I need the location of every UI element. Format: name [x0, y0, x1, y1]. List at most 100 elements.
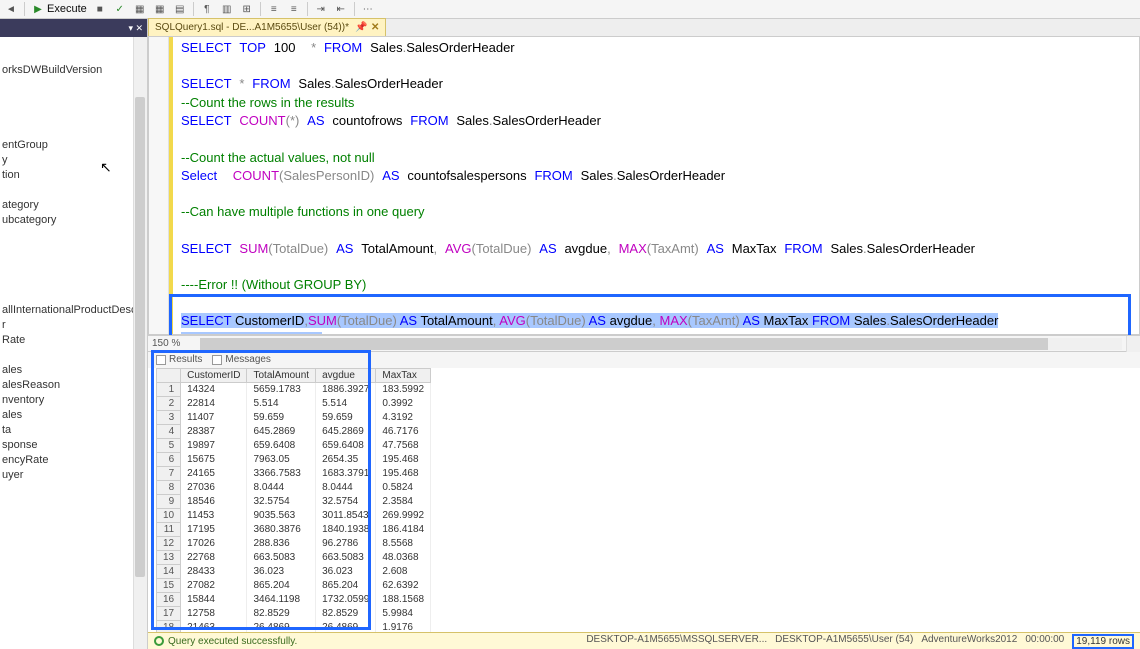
- tree-item[interactable]: ubcategory: [2, 213, 147, 228]
- tree-item[interactable]: ta: [2, 423, 147, 438]
- table-row[interactable]: 6156757963.052654.35195.468: [157, 453, 431, 467]
- tree-item[interactable]: ales: [2, 408, 147, 423]
- comment-icon[interactable]: ≡: [267, 2, 281, 16]
- cell: 659.6408: [316, 439, 376, 453]
- zoom-level[interactable]: 150 %: [152, 338, 180, 349]
- tree-item[interactable]: [2, 258, 147, 273]
- tree-item[interactable]: [2, 273, 147, 288]
- code-editor[interactable]: SELECT TOP 100 * FROM Sales.SalesOrderHe…: [148, 37, 1140, 335]
- tree-item[interactable]: [2, 288, 147, 303]
- cell: 9: [157, 495, 181, 509]
- grid2-icon[interactable]: ▦: [153, 2, 167, 16]
- table-row[interactable]: 2228145.5145.5140.3992: [157, 397, 431, 411]
- tree-item[interactable]: [2, 348, 147, 363]
- tree-item[interactable]: [2, 93, 147, 108]
- table-row[interactable]: 10114539035.5633011.8543269.9992: [157, 509, 431, 523]
- close-icon[interactable]: ✕: [371, 22, 379, 33]
- column-header[interactable]: [157, 369, 181, 383]
- table-row[interactable]: 1527082865.204865.20462.6392: [157, 579, 431, 593]
- tree-item[interactable]: r: [2, 318, 147, 333]
- text-icon[interactable]: ¶: [200, 2, 214, 16]
- sql-file-tab[interactable]: SQLQuery1.sql - DE...A1M5655\User (54))*…: [148, 18, 386, 36]
- table-row[interactable]: 11171953680.38761840.1938186.4184: [157, 523, 431, 537]
- scroll-corner: [1126, 336, 1140, 352]
- tree-item[interactable]: encyRate: [2, 453, 147, 468]
- status-message: Query executed successfully.: [168, 636, 297, 647]
- table-row[interactable]: 519897659.6408659.640847.7568: [157, 439, 431, 453]
- results-tab-bar: Results Messages: [148, 351, 1140, 368]
- dock-icon[interactable]: ▾ ✕: [128, 23, 143, 34]
- cell: 7: [157, 467, 181, 481]
- messages-tab[interactable]: Messages: [212, 354, 271, 365]
- cell: 663.5083: [316, 551, 376, 565]
- table-row[interactable]: 31140759.65959.6594.3192: [157, 411, 431, 425]
- object-tree[interactable]: orksDWBuildVersion entGroupytion ategory…: [0, 63, 147, 483]
- column-header[interactable]: TotalAmount: [247, 369, 316, 383]
- cell: 12758: [181, 607, 247, 621]
- cell: 8.0444: [316, 481, 376, 495]
- tree-item[interactable]: tion: [2, 168, 147, 183]
- tree-item[interactable]: orksDWBuildVersion: [2, 63, 147, 78]
- tree-item[interactable]: [2, 108, 147, 123]
- cell: 10: [157, 509, 181, 523]
- table-row[interactable]: 91854632.575432.57542.3584: [157, 495, 431, 509]
- outdent-icon[interactable]: ⇤: [334, 2, 348, 16]
- cell: 17195: [181, 523, 247, 537]
- table-row[interactable]: 1143245659.17831886.3927183.5992: [157, 383, 431, 397]
- cell: 27082: [181, 579, 247, 593]
- table-row[interactable]: 171275882.852982.85295.9984: [157, 607, 431, 621]
- tree-item[interactable]: y: [2, 153, 147, 168]
- tree-item[interactable]: [2, 183, 147, 198]
- column-header[interactable]: CustomerID: [181, 369, 247, 383]
- plan-icon[interactable]: ⊞: [240, 2, 254, 16]
- left-arrow-icon[interactable]: ◄: [4, 2, 18, 16]
- column-header[interactable]: MaxTax: [376, 369, 431, 383]
- cell: 11407: [181, 411, 247, 425]
- pin-icon[interactable]: 📌: [355, 22, 367, 34]
- tree-item[interactable]: uyer: [2, 468, 147, 483]
- table-row[interactable]: 1322768663.5083663.508348.0368: [157, 551, 431, 565]
- cell: 645.2869: [247, 425, 316, 439]
- execute-button[interactable]: ▶Execute: [31, 2, 87, 16]
- results-grid[interactable]: CustomerIDTotalAmountavgdueMaxTax1143245…: [148, 368, 1140, 649]
- cell: 183.5992: [376, 383, 431, 397]
- tree-item[interactable]: [2, 123, 147, 138]
- status-rowcount: 19,119 rows: [1072, 634, 1134, 649]
- tree-item[interactable]: [2, 78, 147, 93]
- table-row[interactable]: 16158443464.11981732.0599188.1568: [157, 593, 431, 607]
- cell: 865.204: [316, 579, 376, 593]
- cell: 5.9984: [376, 607, 431, 621]
- uncomment-icon[interactable]: ≡: [287, 2, 301, 16]
- table-row[interactable]: 8270368.04448.04440.5824: [157, 481, 431, 495]
- grid-icon[interactable]: ▦: [133, 2, 147, 16]
- tree-item[interactable]: ategory: [2, 198, 147, 213]
- cell: 1840.1938: [316, 523, 376, 537]
- indent-icon[interactable]: ⇥: [314, 2, 328, 16]
- tree-item[interactable]: allInternationalProductDescription: [2, 303, 147, 318]
- tree-item[interactable]: sponse: [2, 438, 147, 453]
- tree-item[interactable]: [2, 243, 147, 258]
- cell: 27036: [181, 481, 247, 495]
- tree-item[interactable]: alesReason: [2, 378, 147, 393]
- tree-item[interactable]: Rate: [2, 333, 147, 348]
- more-icon[interactable]: ⋯: [361, 2, 375, 16]
- db-icon[interactable]: ▤: [173, 2, 187, 16]
- check-icon[interactable]: ✓: [113, 2, 127, 16]
- tree-item[interactable]: nventory: [2, 393, 147, 408]
- vertical-scrollbar[interactable]: [133, 37, 147, 649]
- tree-item[interactable]: [2, 228, 147, 243]
- cell: 48.0368: [376, 551, 431, 565]
- table-row[interactable]: 7241653366.75831683.3791195.468: [157, 467, 431, 481]
- tree-item[interactable]: ales: [2, 363, 147, 378]
- object-explorer-panel: ▾ ✕ orksDWBuildVersion entGroupytion ate…: [0, 19, 148, 649]
- result-icon[interactable]: ▥: [220, 2, 234, 16]
- tree-item[interactable]: entGroup: [2, 138, 147, 153]
- stop-icon[interactable]: ■: [93, 2, 107, 16]
- column-header[interactable]: avgdue: [316, 369, 376, 383]
- results-tab[interactable]: Results: [156, 354, 202, 365]
- table-row[interactable]: 142843336.02336.0232.608: [157, 565, 431, 579]
- horizontal-scrollbar[interactable]: [200, 338, 1122, 350]
- table-row[interactable]: 1217026288.83696.27868.5568: [157, 537, 431, 551]
- table-row[interactable]: 428387645.2869645.286946.7176: [157, 425, 431, 439]
- editor-gutter: [149, 37, 169, 334]
